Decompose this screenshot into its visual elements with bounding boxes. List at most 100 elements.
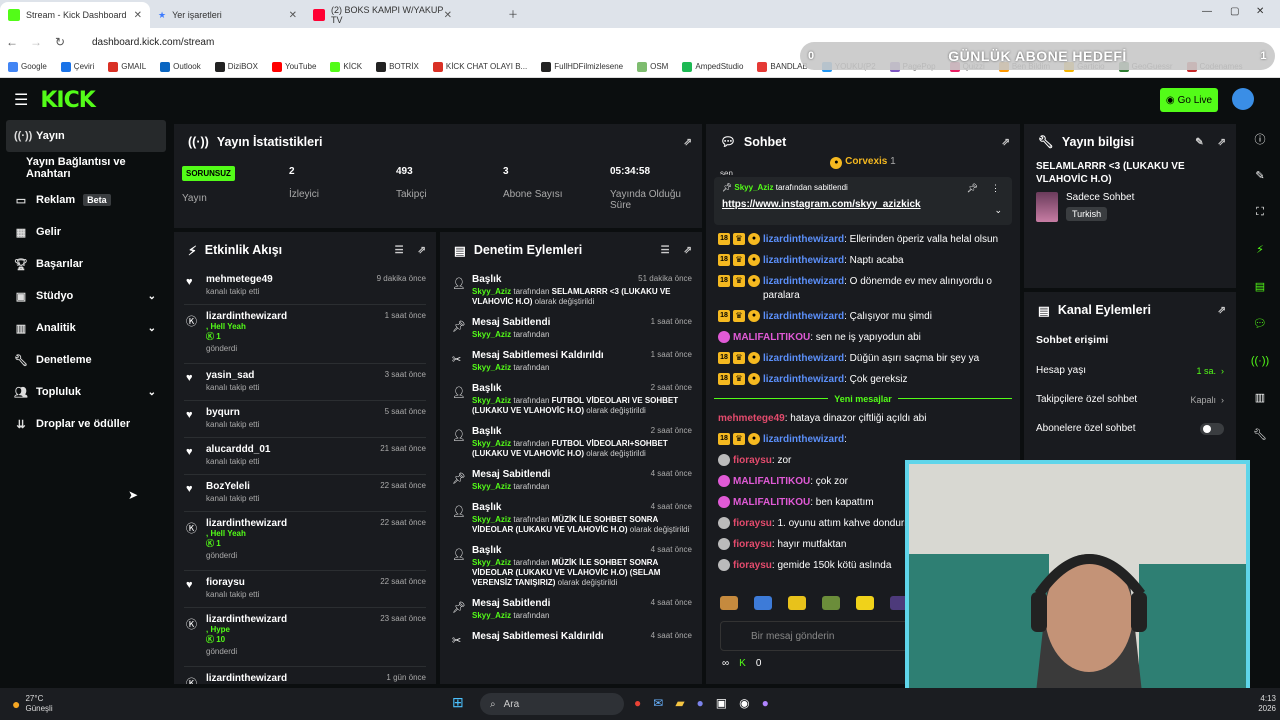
chat-username[interactable]: fioraysu (733, 560, 772, 571)
chat-username[interactable]: lizardinthewizard (763, 353, 844, 364)
url-field[interactable]: dashboard.kick.com/stream (92, 37, 214, 48)
minimize-icon[interactable]: — (1202, 6, 1212, 17)
windows-start-icon[interactable]: ⊞ (452, 694, 464, 711)
chat-message[interactable]: 18 ♛ ● lizardinthewizard: Naptı acaba (706, 253, 1020, 268)
sidebar-item-denetleme[interactable]: 🔧︎ Denetleme (0, 344, 172, 376)
popout-icon[interactable]: ⇗ (684, 137, 692, 148)
bookmark-item[interactable]: OSM (637, 61, 668, 72)
sidebar-item-yayin[interactable]: ((·)) Yayın (6, 120, 166, 152)
close-tab-icon[interactable]: ✕ (289, 10, 297, 21)
sidebar-item-stream-key[interactable]: Yayın Bağlantısı ve Anahtarı (0, 152, 172, 184)
filter-icon[interactable]: ☰ (395, 245, 404, 256)
chat-username[interactable]: fioraysu (733, 539, 772, 550)
chat-username[interactable]: fioraysu (733, 518, 772, 529)
chat-message[interactable]: 18 ♛ ● lizardinthewizard: O dönemde ev mev … (706, 274, 1020, 303)
taskbar-search[interactable]: ⌕ Ara (480, 693, 624, 715)
pinned-message[interactable]: 📌︎ Skyy_Aziz tarafından sabitlendi https… (714, 176, 1012, 225)
chat-username[interactable]: mehmetege49 (718, 413, 785, 424)
broadcast-icon[interactable]: ((·)) (1240, 342, 1280, 379)
menu-icon[interactable]: ☰ (14, 90, 28, 110)
bookmark-item[interactable]: BOTRİX (376, 61, 419, 72)
popout-icon[interactable]: ⇗ (684, 245, 692, 256)
chat-message[interactable]: 18 ♛ ● lizardinthewizard: Çok gereksiz (706, 372, 1020, 387)
close-tab-icon[interactable]: ✕ (134, 10, 142, 21)
chat-username[interactable]: lizardinthewizard (763, 276, 844, 287)
followers-only-row[interactable]: Takipçilere özel sohbet Kapalı › (1024, 385, 1236, 414)
maximize-icon[interactable]: ▢ (1230, 6, 1239, 17)
app-icon[interactable]: ● (762, 696, 769, 710)
sidebar-item-gelir[interactable]: ▦ Gelir (0, 216, 172, 248)
chat-username[interactable]: MALIFALITIKOU (733, 497, 810, 508)
chat-username[interactable]: MALIFALITIKOU (733, 332, 810, 343)
chrome-icon[interactable]: ● (634, 696, 641, 710)
new-tab-icon[interactable]: ＋ (508, 6, 518, 21)
chat-message[interactable]: 18 ♛ ● lizardinthewizard: Düğün aşırı saçma… (706, 351, 1020, 366)
close-tab-icon[interactable]: ✕ (444, 10, 452, 21)
chat-username[interactable]: lizardinthewizard (763, 234, 844, 245)
reload-icon[interactable]: ↻ (48, 35, 72, 49)
actions-icon[interactable]: ▥ (1240, 379, 1280, 416)
scan-icon[interactable]: ⛶ (1240, 194, 1280, 231)
sidebar-item-reklam[interactable]: ▭ Reklam Beta (0, 184, 172, 216)
chat-icon[interactable]: 💬︎ (1240, 305, 1280, 342)
bookmark-item[interactable]: Çeviri (60, 61, 94, 72)
forward-icon[interactable]: → (24, 35, 48, 49)
pinned-link[interactable]: https://www.instagram.com/skyy_azizkick (722, 199, 1004, 210)
tab-youtube[interactable]: (2) BOKS KAMPI W/YAKUP TV ✕ (305, 2, 460, 28)
wrench-icon[interactable]: 🔧︎ (1240, 416, 1280, 453)
sidebar-item-studyo[interactable]: ▣ Stüdyo ⌄ (0, 280, 172, 312)
kick-logo[interactable]: KICK (40, 88, 95, 113)
go-live-button[interactable]: ◉ Go Live (1160, 88, 1218, 112)
emote-icon[interactable] (788, 596, 806, 610)
chat-username[interactable]: lizardinthewizard (763, 255, 844, 266)
emote-icon[interactable] (822, 596, 840, 610)
mail-icon[interactable]: ✉ (653, 696, 663, 710)
bookmark-item[interactable]: YouTube (271, 61, 316, 72)
close-window-icon[interactable]: ✕ (1256, 6, 1264, 17)
bookmark-item[interactable]: FullHDFilmizlesene (541, 61, 623, 72)
chat-username[interactable]: fioraysu (733, 455, 772, 466)
edit-icon[interactable]: ✎ (1195, 137, 1203, 148)
bookmark-item[interactable]: GMAIL (108, 61, 146, 72)
bookmark-item[interactable]: DiziBOX (214, 61, 258, 72)
chat-message[interactable]: 18 ♛ ● lizardinthewizard: Çalışıyor mu şimd… (706, 309, 1020, 324)
more-icon[interactable]: ⋮ (991, 183, 1000, 194)
bookmark-item[interactable]: KİCK CHAT OLAYI B... (432, 61, 527, 72)
teams-icon[interactable]: ● (697, 696, 704, 710)
chevron-down-icon[interactable]: ⌄ (994, 205, 1002, 216)
document-icon[interactable]: ▤ (1240, 268, 1280, 305)
sidebar-item-analitik[interactable]: ▥ Analitik ⌄ (0, 312, 172, 344)
sidebar-item-droplar[interactable]: ⇊ Droplar ve ödüller (0, 408, 172, 440)
bookmark-item[interactable]: KİCK (330, 61, 362, 72)
infinity-icon[interactable]: ∞ (722, 658, 729, 669)
pin-icon[interactable]: 📌︎ (967, 183, 978, 194)
popout-icon[interactable]: ⇗ (1218, 305, 1226, 316)
chat-username[interactable]: lizardinthewizard (763, 434, 844, 445)
account-age-row[interactable]: Hesap yaşı 1 sa. › (1024, 356, 1236, 385)
popout-icon[interactable]: ⇗ (418, 245, 426, 256)
bookmark-item[interactable]: BANDLAB (757, 61, 808, 72)
emote-icon[interactable] (856, 596, 874, 610)
chat-username[interactable]: lizardinthewizard (763, 311, 844, 322)
sidebar-item-topluluk[interactable]: 👥︎ Topluluk ⌄ (0, 376, 172, 408)
chat-message[interactable]: 18 ♛ ● lizardinthewizard: (706, 432, 1020, 447)
obs-icon[interactable]: ◉ (739, 696, 749, 710)
chat-message[interactable]: mehmetege49: hataya dinazor çiftliği açı… (706, 412, 1020, 426)
lightning-icon[interactable]: ⚡︎ (1240, 231, 1280, 268)
chat-input[interactable]: Bir mesaj gönderin (720, 621, 920, 651)
emote-icon[interactable] (720, 596, 738, 610)
popout-icon[interactable]: ⇗ (1002, 137, 1010, 148)
info-icon[interactable]: ⓘ (1240, 120, 1280, 157)
avatar[interactable] (1232, 88, 1254, 110)
tab-bookmarks[interactable]: ★ Yer işaretleri ✕ (150, 2, 305, 28)
chat-username[interactable]: MALIFALITIKOU (733, 476, 810, 487)
edit-icon[interactable]: ✎ (1240, 157, 1280, 194)
bookmark-item[interactable]: AmpedStudio (682, 61, 743, 72)
back-icon[interactable]: ← (0, 35, 24, 49)
folder-icon[interactable]: ▰ (675, 696, 684, 710)
bookmark-item[interactable]: Google (8, 61, 47, 72)
emote-icon[interactable] (754, 596, 772, 610)
tab-kick-dashboard[interactable]: Stream - Kick Dashboard ✕ (0, 2, 150, 28)
chat-message[interactable]: 18 ♛ ● lizardinthewizard: Ellerinden öperiz… (706, 232, 1020, 247)
weather-widget[interactable]: ● 27°C Güneşli (12, 694, 53, 714)
